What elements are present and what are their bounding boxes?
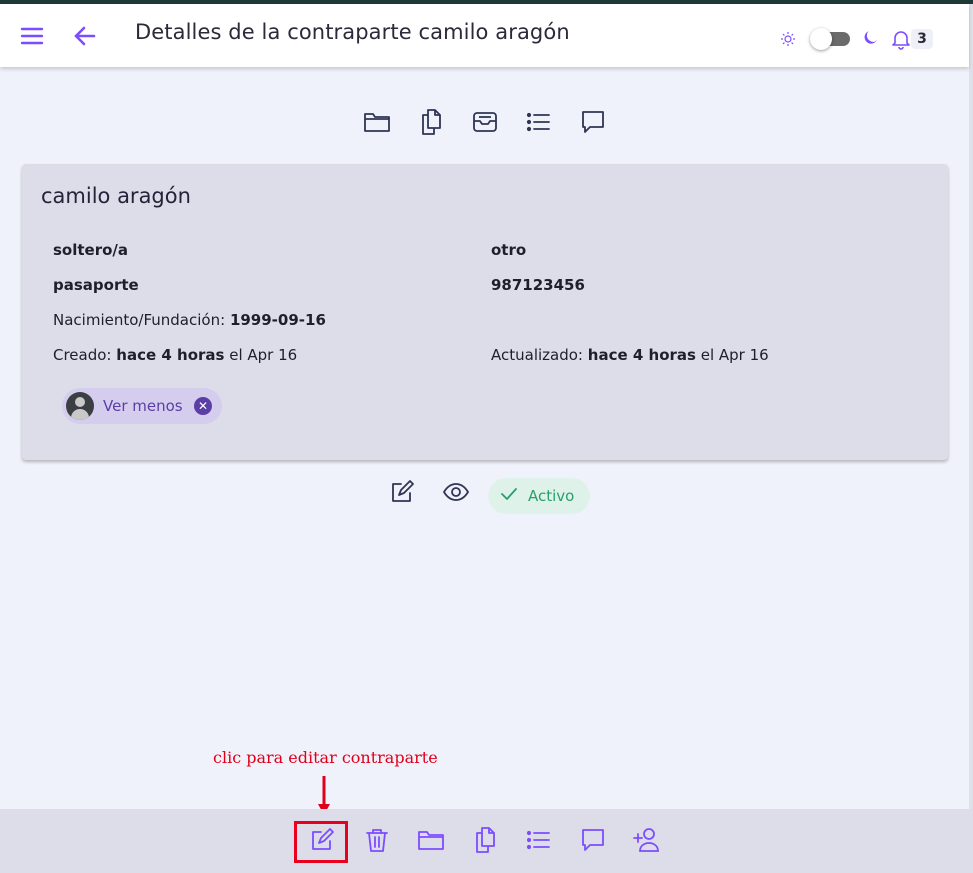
comment-icon[interactable] [578, 825, 608, 855]
trash-icon[interactable] [362, 825, 392, 855]
dark-mode-toggle[interactable] [810, 28, 850, 50]
notification-count-badge: 3 [911, 29, 933, 49]
moon-icon [862, 29, 880, 51]
comment-icon[interactable] [577, 106, 609, 138]
documents-icon[interactable] [470, 825, 500, 855]
card-actions [0, 474, 973, 514]
close-icon[interactable]: ✕ [194, 397, 212, 415]
bell-icon[interactable] [890, 28, 912, 54]
page-title: Detalles de la contraparte camilo aragón [135, 20, 570, 44]
bottom-action-bar [0, 809, 973, 873]
avatar [66, 392, 94, 420]
documents-icon[interactable] [415, 106, 447, 138]
sun-icon [780, 31, 796, 51]
id-number: 987123456 [491, 276, 585, 294]
marital-status: soltero/a [53, 241, 129, 259]
folder-icon[interactable] [361, 106, 393, 138]
archive-icon[interactable] [469, 106, 501, 138]
id-type: pasaporte [53, 276, 139, 294]
updated-info: Actualizado: hace 4 horas el Apr 16 [491, 346, 769, 364]
chip-label: Ver menos [103, 397, 183, 415]
toggle-knob [810, 28, 832, 50]
created-info: Creado: hace 4 horas el Apr 16 [53, 346, 298, 364]
show-less-chip[interactable]: Ver menos ✕ [62, 388, 222, 424]
add-user-icon[interactable] [632, 825, 662, 855]
status-badge: Activo [488, 478, 590, 514]
folder-icon[interactable] [416, 825, 446, 855]
menu-icon[interactable] [20, 24, 44, 48]
check-icon [500, 487, 518, 505]
app-header: Detalles de la contraparte camilo aragón… [0, 4, 969, 67]
birth-date: Nacimiento/Fundación: 1999-09-16 [53, 311, 326, 329]
eye-icon[interactable] [442, 478, 470, 506]
status-label: Activo [528, 487, 575, 505]
gender: otro [491, 241, 527, 259]
edit-icon[interactable] [307, 825, 337, 855]
list-icon[interactable] [524, 825, 554, 855]
list-icon[interactable] [523, 106, 555, 138]
counterparty-card: camilo aragón soltero/a otro pasaporte 9… [22, 164, 948, 460]
scrollbar-track[interactable] [969, 4, 973, 809]
annotation-text: clic para editar contraparte [213, 748, 438, 767]
back-arrow-icon[interactable] [73, 24, 97, 48]
edit-icon[interactable] [388, 478, 416, 506]
counterparty-name: camilo aragón [41, 184, 191, 208]
